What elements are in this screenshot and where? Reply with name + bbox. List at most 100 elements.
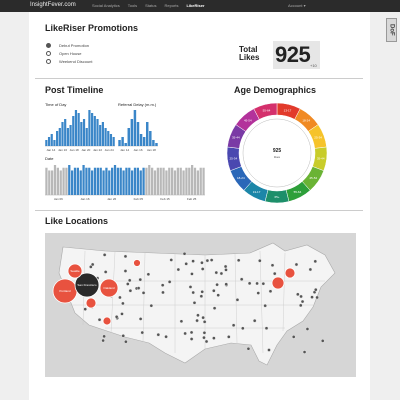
- location-point: [258, 258, 262, 263]
- nav-tools[interactable]: Tools: [128, 3, 137, 8]
- location-point: [189, 330, 194, 335]
- tick-label: Jan 24: [105, 148, 114, 152]
- date-label: Date: [45, 156, 54, 161]
- location-point: [160, 283, 165, 287]
- chart-bar: [107, 131, 110, 146]
- chart-bar: [79, 170, 82, 195]
- nav-likeriser[interactable]: LikeRiser: [187, 3, 205, 8]
- location-point: [212, 306, 217, 310]
- location-point: [313, 259, 318, 264]
- radio-icon[interactable]: [46, 58, 51, 64]
- top-navigation-bar: InsightFever.com Social Analytics Tools …: [0, 0, 400, 12]
- location-point: [267, 348, 271, 352]
- chart-bar: [99, 125, 102, 146]
- chart-bar: [93, 167, 97, 195]
- nav-reports[interactable]: Reports: [164, 3, 178, 8]
- chart-bar: [191, 165, 194, 195]
- total-likes-value: 925: [275, 42, 311, 67]
- location-point: [200, 267, 205, 271]
- chart-bar: [153, 170, 157, 195]
- location-point: [214, 270, 219, 275]
- radio-selected-icon[interactable]: [46, 42, 51, 48]
- tick-label: Jan 20: [81, 148, 90, 152]
- like-locations-map[interactable]: Portland San Francisco Oakland Seattle: [45, 233, 356, 377]
- location-point: [200, 260, 204, 265]
- chart-bar: [47, 137, 51, 146]
- cluster-label: Oakland: [103, 286, 115, 290]
- location-point: [90, 262, 95, 267]
- tick-label: Jan 18: [70, 148, 79, 152]
- promotion-option[interactable]: Debut Promotion: [46, 41, 93, 49]
- chart-bar: [102, 170, 105, 195]
- chart-bar: [171, 167, 174, 195]
- location-point: [138, 277, 143, 282]
- location-point: [212, 336, 216, 340]
- chart-bar: [82, 119, 86, 146]
- chart-bar: [96, 167, 99, 195]
- location-point: [141, 291, 146, 295]
- nav-status[interactable]: Status: [145, 3, 156, 8]
- location-point: [239, 277, 244, 282]
- location-point: [252, 318, 257, 323]
- location-point: [156, 332, 161, 337]
- location-point: [212, 288, 216, 293]
- location-point: [264, 326, 269, 330]
- total-likes-label: Total Likes: [239, 46, 259, 62]
- referral-delay-chart: Jan 14 Jan 16 Jan 18: [118, 110, 158, 152]
- chart-bar: [118, 140, 121, 146]
- location-point: [190, 272, 194, 276]
- chart-bar: [133, 167, 137, 195]
- location-point: [215, 282, 219, 287]
- chart-bar: [69, 125, 72, 146]
- age-segment-label: 13-17: [253, 190, 261, 194]
- location-point: [305, 327, 310, 331]
- donut-center-value: 925: [273, 148, 282, 154]
- chart-bar: [156, 167, 159, 195]
- location-point: [188, 285, 193, 289]
- chart-bar: [104, 128, 107, 146]
- location-point: [199, 294, 204, 298]
- post-timeline-title: Post Timeline: [45, 85, 104, 95]
- location-point: [97, 317, 102, 322]
- location-point: [224, 268, 228, 272]
- chart-bar: [61, 122, 64, 146]
- chart-bar: [108, 170, 111, 195]
- brand-logo[interactable]: InsightFever.com: [30, 2, 76, 8]
- chart-bar: [51, 170, 54, 195]
- account-menu[interactable]: Account ▾: [288, 3, 306, 8]
- chart-bar: [76, 167, 79, 195]
- age-segment-label: 55-64: [294, 190, 302, 194]
- tick-label: Jan 16: [133, 148, 142, 152]
- promotion-label: Weekend Discount: [59, 58, 93, 64]
- side-tab[interactable]: DoF: [386, 18, 397, 42]
- chart-bar: [109, 134, 113, 146]
- chart-bar: [91, 113, 94, 146]
- tick-label: Jan 16: [58, 148, 67, 152]
- chart-bar: [56, 167, 59, 195]
- like-locations-title: Like Locations: [45, 216, 109, 226]
- chart-bar: [80, 122, 83, 146]
- total-likes-increment: +10: [310, 63, 317, 68]
- promotion-option[interactable]: Weekend Discount: [46, 57, 93, 65]
- promotion-option[interactable]: Open House: [46, 49, 93, 57]
- chart-bar: [128, 167, 131, 195]
- chart-bar: [130, 119, 134, 146]
- location-point: [101, 338, 105, 343]
- location-point: [247, 281, 252, 286]
- chart-bar: [71, 170, 74, 195]
- radio-icon[interactable]: [46, 50, 51, 56]
- age-segment-label: 25-34: [229, 157, 237, 161]
- chart-bar: [176, 167, 179, 195]
- location-point: [191, 290, 195, 295]
- location-point: [202, 320, 207, 324]
- chart-bar: [88, 110, 91, 146]
- location-point: [315, 295, 319, 300]
- location-point: [204, 339, 209, 344]
- age-segment-label: 65+: [274, 195, 279, 199]
- chart-bar: [68, 165, 71, 195]
- location-point: [270, 263, 275, 268]
- time-of-day-chart: Jan 14 Jan 16 Jan 18 Jan 20 Jan 22 Jan 24: [45, 110, 115, 152]
- nav-social-analytics[interactable]: Social Analytics: [92, 3, 120, 8]
- location-point: [189, 337, 194, 341]
- location-point: [216, 293, 220, 297]
